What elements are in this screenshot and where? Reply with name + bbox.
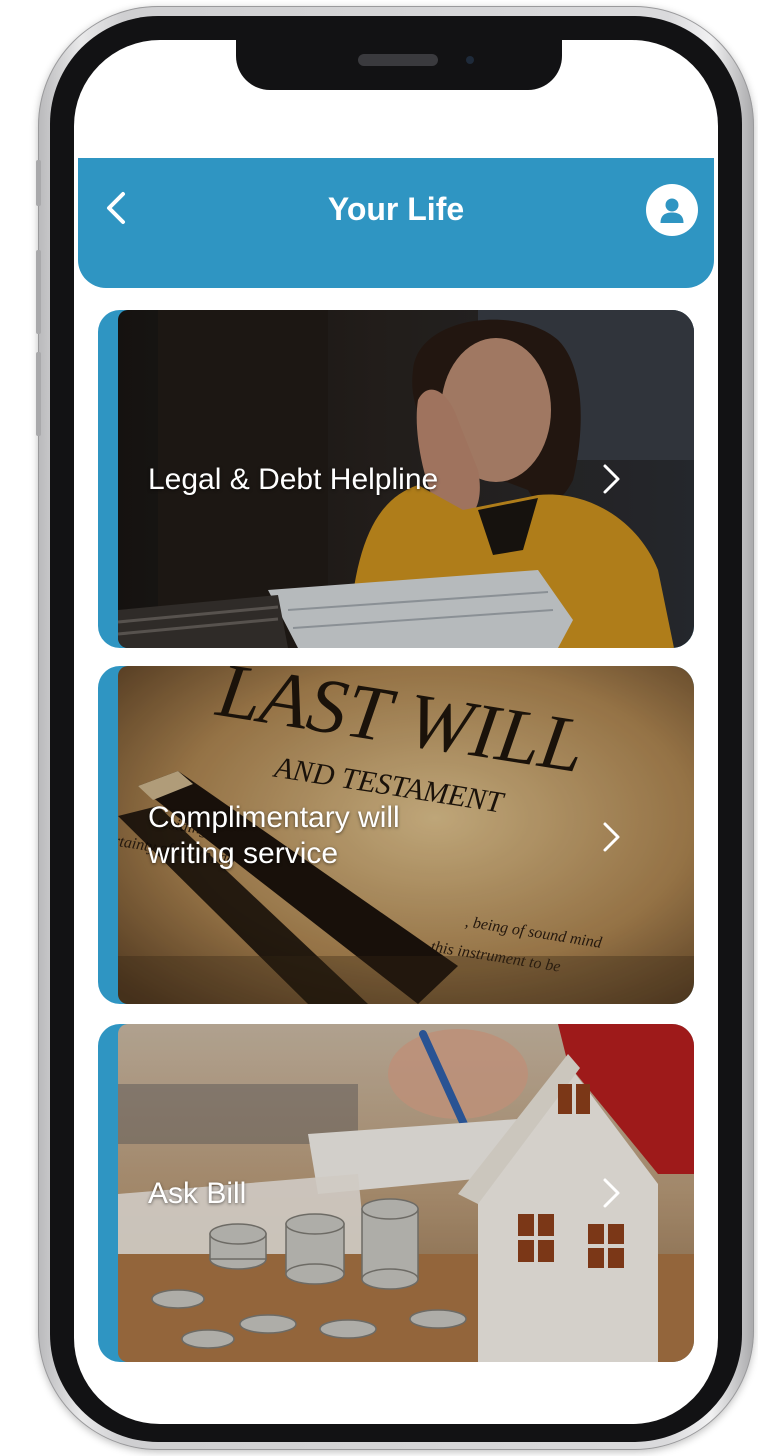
card-will-writing-service[interactable]: LAST WILL AND TESTAMENT residing rtainty… [98, 666, 694, 1004]
user-icon [660, 198, 684, 223]
page-title: Your Life [327, 191, 465, 227]
chevron-left-icon [107, 192, 125, 224]
card-label: Legal & Debt Helpline [148, 463, 439, 496]
card-label: Complimentary will writing service [148, 801, 400, 870]
card-label: Ask Bill [148, 1177, 247, 1210]
card-legal-debt-helpline[interactable]: Legal & Debt Helpline [98, 310, 694, 648]
volume-down-button [36, 352, 41, 436]
volume-up-button [36, 250, 41, 334]
chevron-right-icon [603, 464, 620, 494]
card-ask-bill[interactable]: Ask Bill [98, 1024, 694, 1362]
chevron-right-icon [603, 822, 620, 852]
back-button[interactable] [96, 184, 136, 232]
mute-switch [36, 160, 41, 206]
earpiece-speaker [358, 54, 438, 66]
device-mockup: Your Life Legal & Debt Helpline LAST WIL… [0, 0, 758, 1456]
front-camera [466, 56, 474, 64]
profile-button[interactable] [646, 184, 698, 236]
chevron-right-icon [603, 1178, 620, 1208]
